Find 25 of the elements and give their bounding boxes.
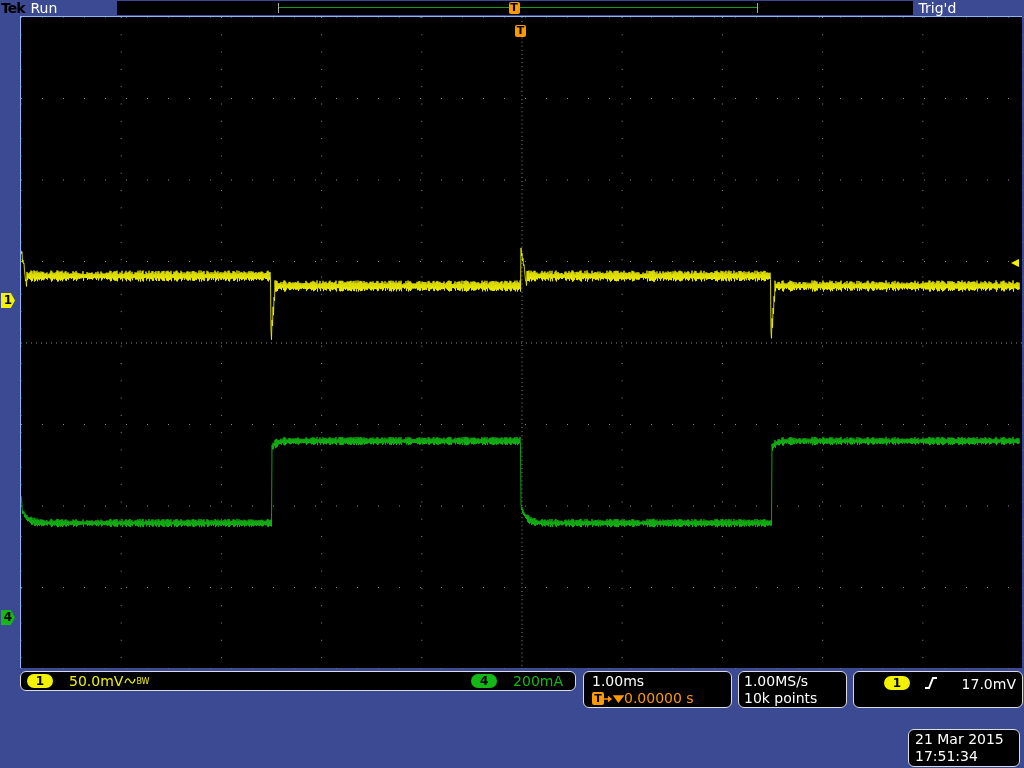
channel-badge[interactable]: 4 <box>471 674 498 688</box>
trigger-position-marker: T <box>508 2 520 14</box>
trigger-delay: 0.00000 s <box>624 690 694 707</box>
channel-marker[interactable]: 1 <box>1 293 15 308</box>
horizontal-scale: 1.00ms <box>592 673 646 690</box>
vertical-scale: 200mA <box>513 673 563 689</box>
date-label: 21 Mar 2015 <box>915 731 1005 748</box>
trigger-source-badge[interactable]: 1 <box>884 676 910 690</box>
acquisition-status: Run <box>30 0 59 16</box>
sample-rate: 1.00MS/s <box>744 673 810 690</box>
vertical-scale: 50.0mV <box>69 673 124 689</box>
trigger-status: Trig'd <box>918 0 957 16</box>
rising-edge-icon <box>924 676 938 690</box>
trigger-level: 17.0mV <box>961 676 1016 692</box>
trigger-level-icon <box>1011 259 1019 267</box>
trigger-position-marker: T <box>515 25 526 37</box>
record-length: 10k points <box>744 690 819 707</box>
bandwidth-limit-label: BW <box>136 676 150 686</box>
coupling-icon <box>124 675 137 687</box>
channel-marker[interactable]: 4 <box>1 610 15 625</box>
time-label: 17:51:34 <box>915 748 979 765</box>
arrow-icon <box>604 693 624 704</box>
channel-badge[interactable]: 1 <box>27 674 53 688</box>
trigger-marker: T <box>592 692 604 705</box>
brand-logo: Tek <box>1 0 25 16</box>
